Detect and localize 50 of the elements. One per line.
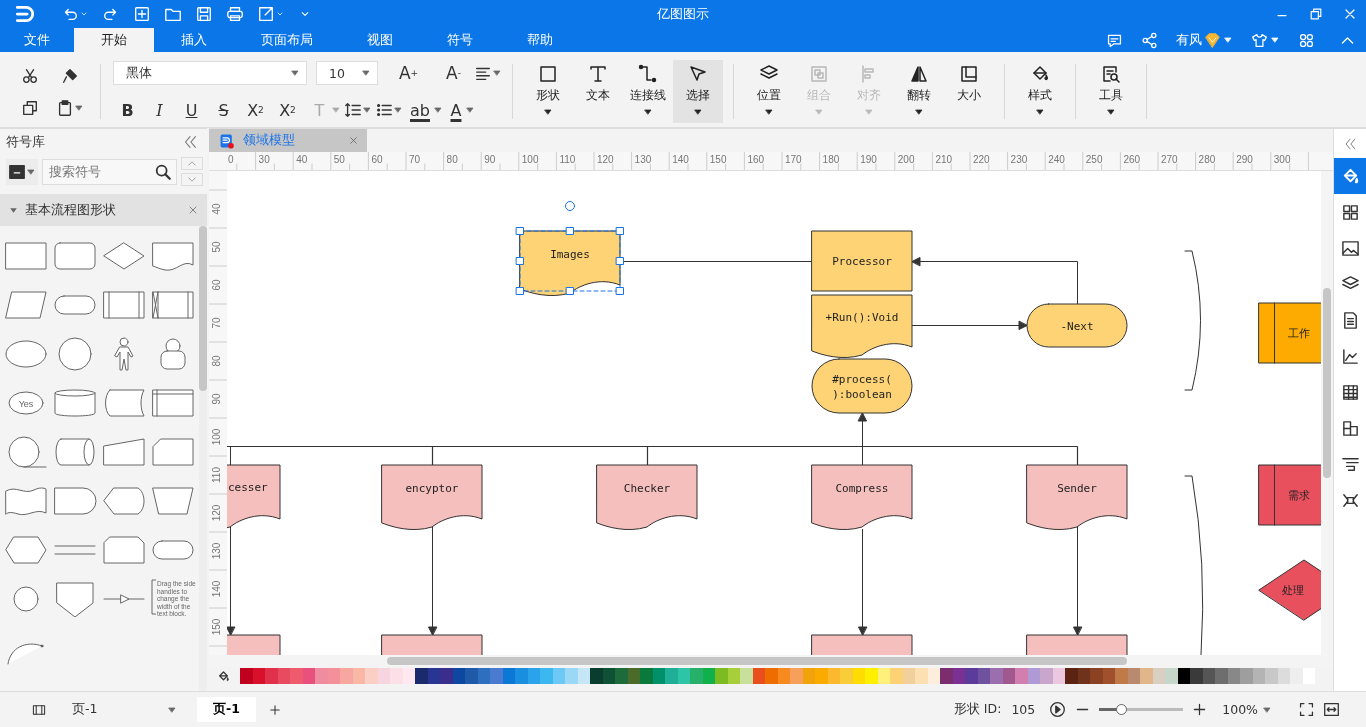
font-dropdown[interactable]: 黑体	[113, 61, 307, 85]
page-dropdown[interactable]: 页-1	[72, 701, 177, 718]
strike-button[interactable]: S	[209, 97, 238, 123]
panel-title: 符号库	[6, 133, 45, 151]
document-shape: Sender	[1026, 464, 1128, 530]
lane-box: 需求	[1258, 464, 1321, 526]
window-title: 亿图图示	[656, 5, 710, 23]
select-tool-button[interactable]: 选择	[673, 60, 723, 123]
document-shape: +Run():Void	[811, 294, 913, 358]
document-shape: Checker	[596, 464, 698, 530]
font-color-button[interactable]: A	[445, 97, 466, 123]
category-label[interactable]: 基本流程图形状	[25, 201, 116, 219]
menu-tab[interactable]: 符号	[420, 28, 500, 52]
document-shape: Compress	[811, 464, 913, 530]
menu-tab[interactable]: 开始	[74, 28, 154, 52]
size-tool-button[interactable]: 大小	[944, 60, 994, 123]
shape-id-value: 105	[1011, 702, 1036, 717]
lane-box: 工作	[1258, 302, 1321, 364]
zoom-dropdown[interactable]: 100%	[1222, 702, 1272, 717]
highlight-button[interactable]: ab	[406, 97, 434, 123]
user-name[interactable]: 有风	[1176, 31, 1202, 49]
tools-tool-button[interactable]: 工具	[1086, 60, 1136, 123]
connector-tool-button[interactable]: 连接线	[623, 60, 673, 123]
shape-tool-button[interactable]: 形状	[523, 60, 573, 123]
style-tool-button[interactable]: 样式	[1015, 60, 1065, 123]
flip-tool-button[interactable]: 翻转	[894, 60, 944, 123]
document-shape: encyptor	[381, 464, 483, 530]
superscript-button[interactable]: X$^{2}$	[241, 97, 270, 123]
text-tool-button[interactable]: 文本	[573, 60, 623, 123]
font-size-dropdown[interactable]: 10	[316, 61, 378, 85]
menu-tab[interactable]: 页面布局	[234, 28, 340, 52]
decrease-font-button[interactable]: A$^{-}$	[439, 60, 468, 86]
page-tab[interactable]: 页-1	[197, 697, 256, 722]
menu-tab[interactable]: 视图	[340, 28, 420, 52]
terminator-shape: -Next	[1026, 303, 1128, 348]
menu-tab[interactable]: 文件	[0, 28, 74, 52]
vertical-ruler: 40 50 60 70 80 90 100 110 120 130 140 150	[209, 171, 227, 655]
process-box: Processor	[811, 230, 913, 292]
menu-tab[interactable]: 插入	[154, 28, 234, 52]
bold-button[interactable]: B	[113, 97, 142, 123]
shape-id-label: 形状 ID:	[953, 701, 1002, 718]
search-field[interactable]: 搜索符号	[42, 158, 177, 185]
underline-button[interactable]: U	[177, 97, 206, 123]
position-tool-button[interactable]: 位置	[744, 60, 794, 123]
menu-tab[interactable]: 帮助	[500, 28, 580, 52]
italic-button[interactable]: I	[145, 97, 174, 123]
horizontal-ruler: 0 30 40 50 60 70 80 90 100 110 120 130 140 150 160 170 180 190 200 210 220 230 240 250 260 270 280 290 300	[227, 152, 1321, 170]
category-header[interactable]: 基本流程图形状	[0, 194, 207, 226]
decision-diamond: 处理	[1258, 559, 1321, 621]
increase-font-button[interactable]: A$^{+}$	[394, 60, 423, 86]
